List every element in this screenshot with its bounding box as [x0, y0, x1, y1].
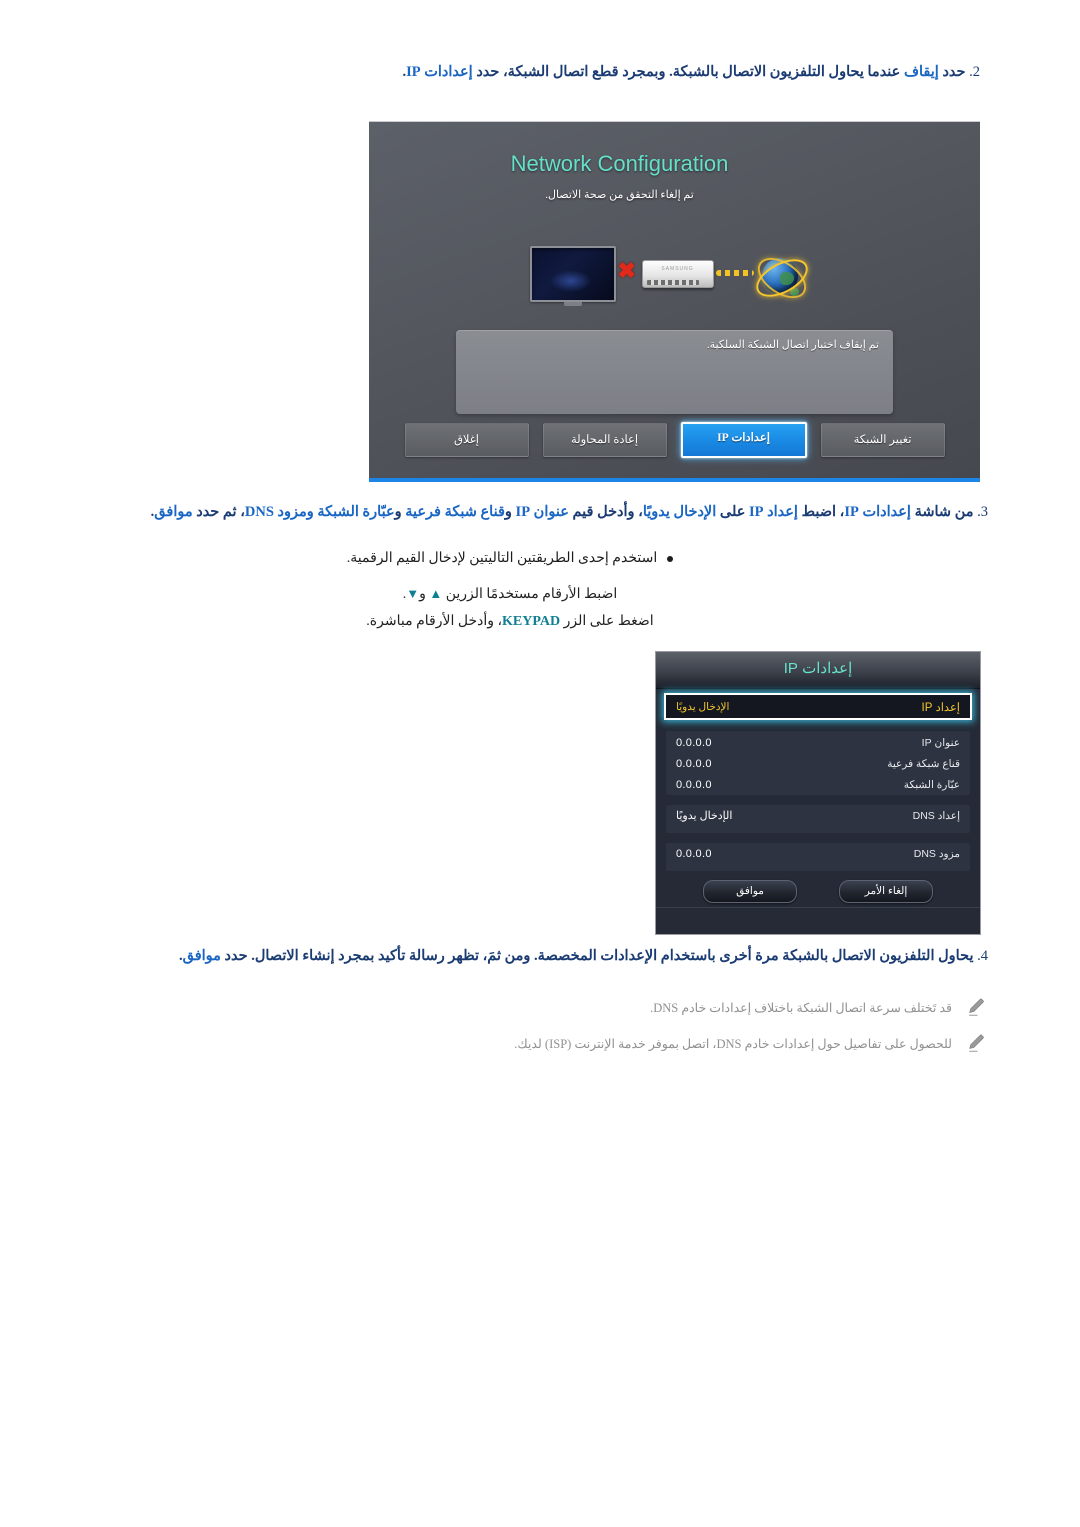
- network-config-title: Network Configuration: [510, 151, 729, 176]
- change-network-button[interactable]: تغيير الشبكة: [820, 423, 945, 457]
- step-plain-text: حدد: [938, 64, 966, 80]
- ip-setting-label: قناع شبكة فرعية: [887, 757, 960, 770]
- network-message-text: تم إيقاف اختبار اتصال الشبكة السلكية.: [706, 339, 879, 351]
- method-keypad-prefix: اضغط على الزر: [560, 614, 654, 630]
- ip-setting-row[interactable]: عنوان IP 0.0.0.0: [666, 732, 970, 753]
- step-highlight-term: إعداد IP: [749, 504, 798, 520]
- ip-setting-label: إعداد DNS: [912, 809, 960, 822]
- arrow-up-icon: ▲: [429, 585, 443, 601]
- note-text: للحصول على تفاصيل حول إعدادات خادم DNS، …: [514, 1037, 952, 1051]
- step-plain-text: ، اضبط: [797, 504, 845, 520]
- note-item: للحصول على تفاصيل حول إعدادات خادم DNS، …: [100, 1034, 988, 1056]
- step-number: 4.: [977, 948, 988, 964]
- instruction-step-2: 2. حدد إيقاف عندما يحاول التلفزيون الاتص…: [100, 62, 980, 84]
- ip-setting-value: 0.0.0.0: [676, 736, 712, 749]
- note-item: قد تَختلف سرعة اتصال الشبكة باختلاف إعدا…: [100, 998, 988, 1020]
- network-configuration-screenshot: Network Configuration تم إلغاء التحقق من…: [369, 121, 980, 482]
- step-3-text: من شاشة إعدادات IP، اضبط إعداد IP على ال…: [151, 504, 974, 520]
- network-diagram: ✖ SAMSUNG: [369, 240, 980, 320]
- globe-icon: [749, 249, 814, 307]
- network-message-panel: تم إيقاف اختبار اتصال الشبكة السلكية.: [456, 330, 893, 414]
- ip-address-group: عنوان IP 0.0.0.0 قناع شبكة فرعية 0.0.0.0 عبّ…: [666, 731, 970, 795]
- step-2-text: حدد إيقاف عندما يحاول التلفزيون الاتصال …: [402, 64, 965, 80]
- ip-setting-value: 0.0.0.0: [676, 757, 712, 770]
- step-highlight-term: إعدادات IP: [406, 64, 473, 80]
- step-plain-text: و: [394, 504, 406, 520]
- ip-mode-row-selected[interactable]: إعداد IP الإدخال يدويًا: [664, 693, 972, 720]
- step-highlight-term: موافق: [182, 948, 221, 964]
- keypad-button-label: KEYPAD: [502, 614, 561, 630]
- ip-setting-row[interactable]: إعداد DNS الإدخال يدويًا: [666, 805, 970, 826]
- arrow-down-icon: ▼: [406, 585, 420, 601]
- method-arrows-prefix: اضبط الأرقام مستخدمًا الزرين: [442, 586, 618, 602]
- step-highlight-term: إعدادات IP: [844, 504, 911, 520]
- ip-mode-label: إعداد IP: [921, 701, 960, 714]
- x-error-icon: ✖: [617, 258, 636, 283]
- step-plain-text: و: [504, 504, 516, 520]
- ip-settings-button[interactable]: إعدادات IP: [680, 422, 807, 458]
- step-plain-text: عندما يحاول التلفزيون الاتصال بالشبكة. و…: [472, 64, 904, 80]
- method-arrows-mid: و: [419, 586, 430, 602]
- ip-setting-value: 0.0.0.0: [676, 778, 712, 791]
- close-button[interactable]: إغلاق: [404, 423, 529, 457]
- cancel-button[interactable]: إلغاء الأمر: [839, 880, 933, 903]
- ip-settings-buttons: إلغاء الأمر موافق: [656, 880, 980, 910]
- ip-setting-value: 0.0.0.0: [676, 847, 712, 860]
- ip-settings-title: إعدادات IP: [656, 652, 980, 689]
- step-plain-text: من شاشة: [910, 504, 974, 520]
- method-keypad-line: اضغط على الزر KEYPAD، وأدخل الأرقام مباش…: [100, 611, 920, 633]
- ip-mode-value: الإدخال يدويًا: [676, 700, 730, 713]
- pencil-icon: [966, 996, 988, 1018]
- step-number: 2.: [969, 64, 980, 80]
- method-keypad-suffix: ، وأدخل الأرقام مباشرة.: [366, 614, 502, 630]
- pencil-icon: [966, 1032, 988, 1054]
- dns-server-group: مزود DNS 0.0.0.0: [666, 843, 970, 871]
- ip-setting-label: مزود DNS: [913, 847, 960, 860]
- router-icon: SAMSUNG: [641, 260, 714, 288]
- bullet-dot-icon: [667, 555, 674, 562]
- ip-settings-footer: [656, 907, 980, 934]
- step-plain-text: ، وأدخل قيم: [568, 504, 643, 520]
- step-4-text: يحاول التلفزيون الاتصال بالشبكة مرة أخرى…: [179, 948, 974, 964]
- ip-setting-label: عبّارة الشبكة: [903, 778, 960, 791]
- ok-button[interactable]: موافق: [703, 880, 797, 903]
- step-plain-text: يحاول التلفزيون الاتصال بالشبكة مرة أخرى…: [220, 948, 974, 964]
- retry-button[interactable]: إعادة المحاولة: [542, 423, 667, 457]
- network-config-subtitle: تم إلغاء التحقق من صحة الاتصال.: [545, 189, 694, 201]
- step-highlight-term: عبّارة الشبكة ومزود DNS: [244, 504, 395, 520]
- note-text: قد تَختلف سرعة اتصال الشبكة باختلاف إعدا…: [650, 1001, 952, 1015]
- ip-setting-row[interactable]: عبّارة الشبكة 0.0.0.0: [666, 774, 970, 795]
- step-plain-text: ، ثم حدد: [192, 504, 245, 520]
- ip-setting-row[interactable]: قناع شبكة فرعية 0.0.0.0: [666, 753, 970, 774]
- step-highlight-term: إيقاف: [903, 64, 939, 80]
- method-arrows-line: اضبط الأرقام مستخدمًا الزرين ▲ و▼.: [100, 584, 920, 606]
- network-button-bar: تغيير الشبكة إعدادات IP إعادة المحاولة إغلا…: [369, 420, 980, 460]
- tv-icon: [529, 246, 616, 302]
- step-highlight-term: قناع شبكة فرعية: [405, 504, 505, 520]
- bullet-item: استخدم إحدى الطريقتين التاليتين لإدخال ا…: [100, 548, 920, 570]
- ip-setting-value: الإدخال يدويًا: [676, 810, 733, 822]
- numeric-entry-methods: استخدم إحدى الطريقتين التاليتين لإدخال ا…: [100, 548, 920, 633]
- dns-mode-group: إعداد DNS الإدخال يدويًا: [666, 805, 970, 833]
- instruction-step-3: 3. من شاشة إعدادات IP، اضبط إعداد IP على…: [100, 502, 988, 524]
- step-highlight-term: الإدخال يدويًا: [642, 504, 717, 520]
- step-highlight-term: عنوان IP: [515, 504, 569, 520]
- ip-setting-label: عنوان IP: [921, 736, 960, 749]
- connection-dots: [715, 270, 754, 276]
- step-plain-text: على: [716, 504, 750, 520]
- instruction-step-4: 4. يحاول التلفزيون الاتصال بالشبكة مرة أ…: [100, 946, 988, 968]
- step-number: 3.: [977, 504, 988, 520]
- router-brand-label: SAMSUNG: [661, 266, 694, 272]
- ip-setting-row[interactable]: مزود DNS 0.0.0.0: [666, 843, 970, 864]
- bullet-text: استخدم إحدى الطريقتين التاليتين لإدخال ا…: [346, 551, 658, 566]
- step-highlight-term: موافق: [154, 504, 193, 520]
- ip-settings-screenshot: إعدادات IP إعداد IP الإدخال يدويًا عنوان…: [655, 651, 981, 935]
